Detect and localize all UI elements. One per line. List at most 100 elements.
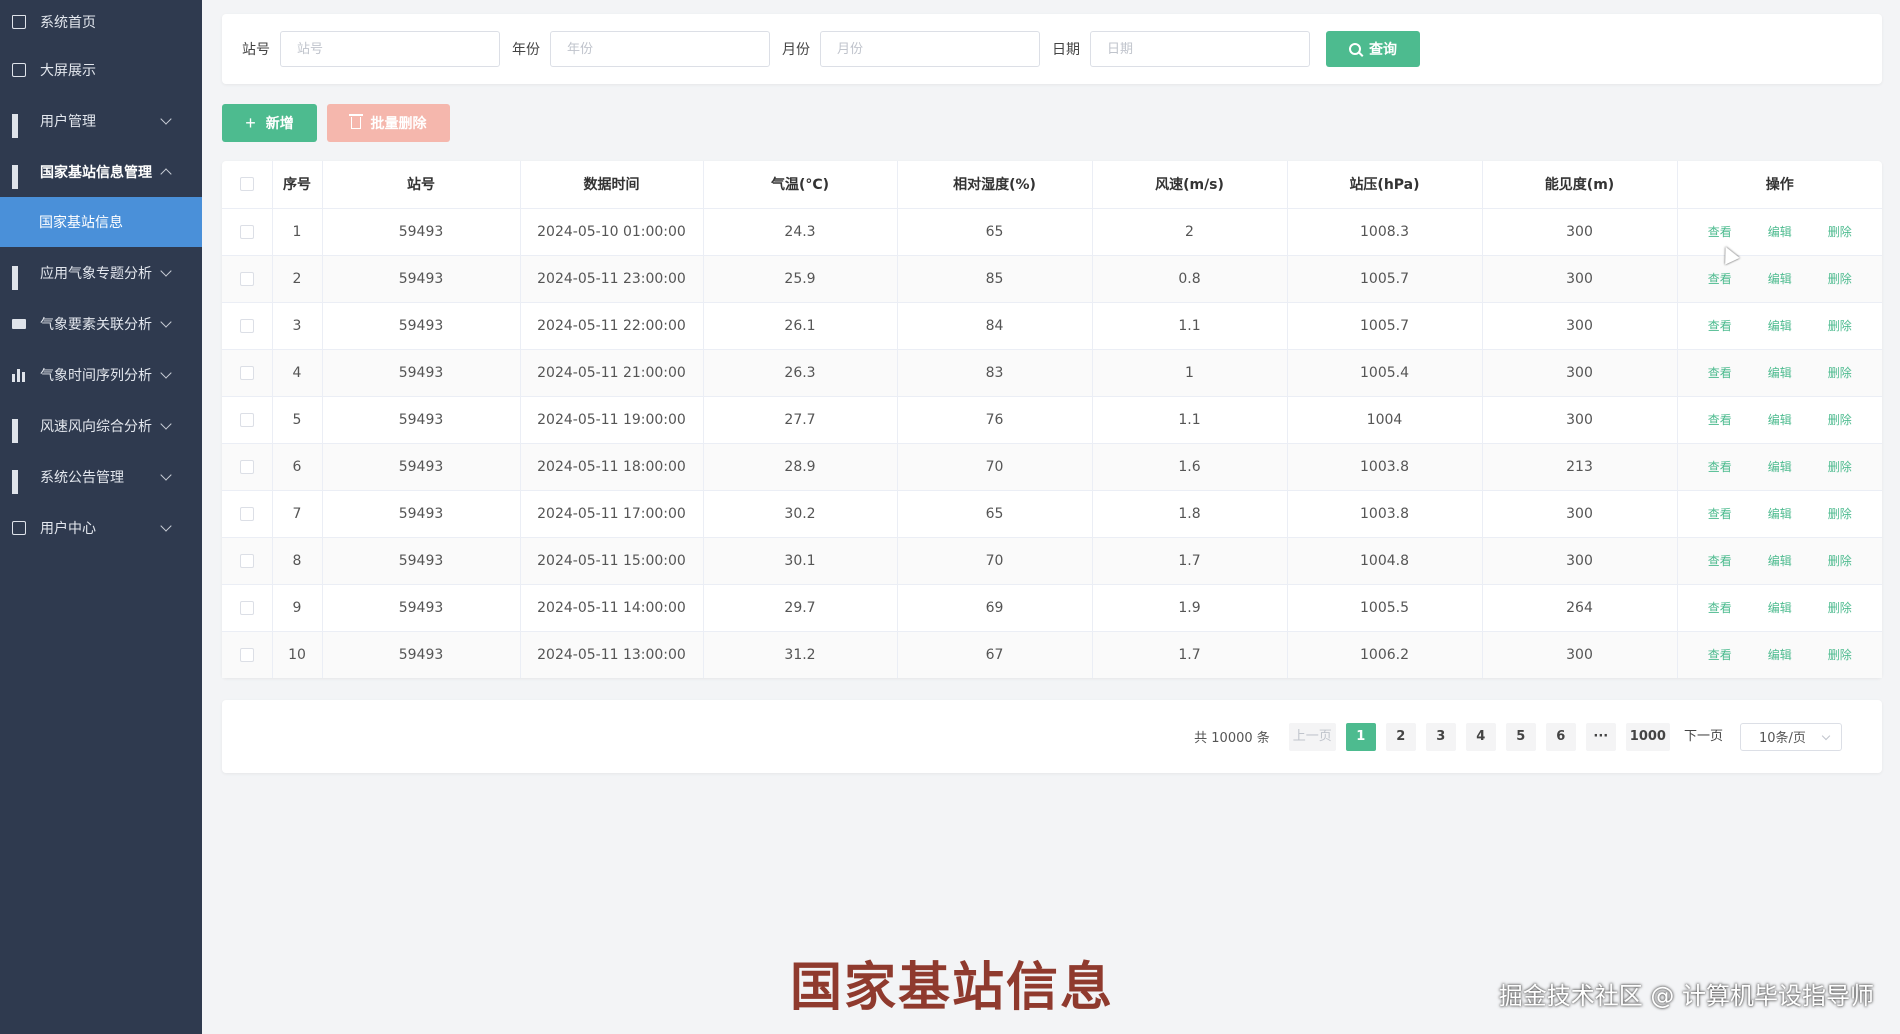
delete-button[interactable]: 删除 (1828, 648, 1852, 662)
view-button[interactable]: 查看 (1708, 648, 1732, 662)
view-button[interactable]: 查看 (1708, 507, 1732, 521)
table-cell: 84 (897, 301, 1093, 349)
row-checkbox[interactable] (239, 412, 254, 427)
pagination-total: 共 10000 条 (1194, 731, 1270, 746)
edit-button[interactable]: 编辑 (1768, 225, 1792, 239)
table-cell: 1.8 (1092, 489, 1288, 537)
sidebar-item-big-screen[interactable]: 大屏展示 (0, 44, 202, 95)
home-icon (12, 15, 26, 29)
sidebar-item-announcement[interactable]: 系统公告管理 (0, 451, 202, 502)
station-input[interactable] (280, 31, 500, 67)
row-checkbox[interactable] (239, 318, 254, 333)
view-button[interactable]: 查看 (1708, 225, 1732, 239)
delete-button[interactable]: 删除 (1828, 601, 1852, 615)
view-button[interactable]: 查看 (1708, 272, 1732, 286)
delete-button[interactable]: 删除 (1828, 413, 1852, 427)
view-button[interactable]: 查看 (1708, 460, 1732, 474)
sidebar-item-station-management[interactable]: 国家基站信息管理 (0, 146, 202, 197)
add-button[interactable]: + 新增 (222, 104, 317, 142)
batch-delete-button[interactable]: 批量删除 (327, 104, 450, 142)
page-button[interactable]: 4 (1465, 722, 1496, 751)
edit-button[interactable]: 编辑 (1768, 413, 1792, 427)
delete-button[interactable]: 删除 (1828, 460, 1852, 474)
table-cell: 59493 (322, 207, 521, 255)
row-checkbox[interactable] (239, 647, 254, 662)
page-button[interactable]: 6 (1545, 722, 1576, 751)
sidebar-item-home[interactable]: 系统首页 (0, 0, 202, 44)
row-select-cell[interactable] (222, 348, 273, 396)
page-button[interactable]: 2 (1385, 722, 1416, 751)
prev-page-button[interactable]: 上一页 (1288, 722, 1336, 751)
table-cell: 1005.7 (1287, 254, 1483, 302)
edit-button[interactable]: 编辑 (1768, 460, 1792, 474)
row-select-cell[interactable] (222, 395, 273, 443)
view-button[interactable]: 查看 (1708, 319, 1732, 333)
edit-button[interactable]: 编辑 (1768, 601, 1792, 615)
delete-button[interactable]: 删除 (1828, 366, 1852, 380)
edit-button[interactable]: 编辑 (1768, 507, 1792, 521)
row-select-cell[interactable] (222, 630, 273, 678)
date-input[interactable] (1090, 31, 1310, 67)
row-checkbox[interactable] (239, 271, 254, 286)
edit-button[interactable]: 编辑 (1768, 319, 1792, 333)
row-select-cell[interactable] (222, 207, 273, 255)
row-select-cell[interactable] (222, 254, 273, 302)
year-input[interactable] (550, 31, 770, 67)
view-button[interactable]: 查看 (1708, 413, 1732, 427)
table-cell: 1006.2 (1287, 630, 1483, 678)
delete-button[interactable]: 删除 (1828, 507, 1852, 521)
page-button[interactable]: 1 (1345, 722, 1376, 751)
sidebar-item-user-management[interactable]: 用户管理 (0, 95, 202, 146)
row-select-cell[interactable] (222, 489, 273, 537)
row-checkbox[interactable] (239, 553, 254, 568)
action-row: + 新增 批量删除 (222, 104, 1882, 142)
delete-button[interactable]: 删除 (1828, 319, 1852, 333)
page-button[interactable]: 5 (1505, 722, 1536, 751)
delete-button[interactable]: 删除 (1828, 225, 1852, 239)
sidebar-item-wind[interactable]: 风速风向综合分析 (0, 400, 202, 451)
row-select-cell[interactable] (222, 583, 273, 631)
column-header: 相对湿度(%) (897, 161, 1093, 208)
row-checkbox[interactable] (239, 365, 254, 380)
table-cell: 2024-05-11 15:00:00 (520, 536, 704, 584)
sidebar-item-label: 国家基站信息 (39, 215, 123, 231)
sidebar-item-weather-topic[interactable]: 应用气象专题分析 (0, 247, 202, 298)
row-checkbox[interactable] (239, 459, 254, 474)
row-select-cell[interactable] (222, 442, 273, 490)
page-button[interactable]: 1000 (1625, 722, 1670, 751)
view-button[interactable]: 查看 (1708, 601, 1732, 615)
row-select-cell[interactable] (222, 536, 273, 584)
table-cell: 300 (1482, 489, 1678, 537)
column-header: 序号 (272, 161, 323, 208)
edit-button[interactable]: 编辑 (1768, 272, 1792, 286)
view-button[interactable]: 查看 (1708, 554, 1732, 568)
sidebar-item-correlation[interactable]: 气象要素关联分析 (0, 298, 202, 349)
query-button[interactable]: 查询 (1326, 31, 1420, 67)
edit-button[interactable]: 编辑 (1768, 554, 1792, 568)
month-input[interactable] (820, 31, 1040, 67)
edit-button[interactable]: 编辑 (1768, 648, 1792, 662)
view-button[interactable]: 查看 (1708, 366, 1732, 380)
row-checkbox[interactable] (239, 600, 254, 615)
page-button[interactable]: 3 (1425, 722, 1456, 751)
sidebar-item-label: 系统公告管理 (40, 469, 124, 486)
delete-button[interactable]: 删除 (1828, 272, 1852, 286)
table-cell: 7 (272, 489, 323, 537)
table-row: 2 59493 2024-05-11 23:00:00 25.9 85 0.8 1005.7… (222, 254, 1882, 302)
row-checkbox[interactable] (239, 506, 254, 521)
next-page-button[interactable]: 下一页 (1680, 723, 1727, 751)
select-all-cell[interactable] (222, 161, 273, 208)
sidebar-item-user-center[interactable]: 用户中心 (0, 502, 202, 553)
row-checkbox[interactable] (239, 224, 254, 239)
table-cell: 3 (272, 301, 323, 349)
edit-button[interactable]: 编辑 (1768, 366, 1792, 380)
sidebar-subitem-station-info[interactable]: 国家基站信息 (0, 197, 202, 247)
row-select-cell[interactable] (222, 301, 273, 349)
sidebar-item-time-series[interactable]: 气象时间序列分析 (0, 349, 202, 400)
select-all-checkbox[interactable] (239, 177, 254, 192)
table-row: 9 59493 2024-05-11 14:00:00 29.7 69 1.9 1005.5… (222, 583, 1882, 631)
page-size-select[interactable]: 10条/页 (1740, 722, 1842, 751)
page-ellipsis[interactable]: ··· (1585, 722, 1616, 751)
table-cell: 1004 (1287, 395, 1483, 443)
delete-button[interactable]: 删除 (1828, 554, 1852, 568)
